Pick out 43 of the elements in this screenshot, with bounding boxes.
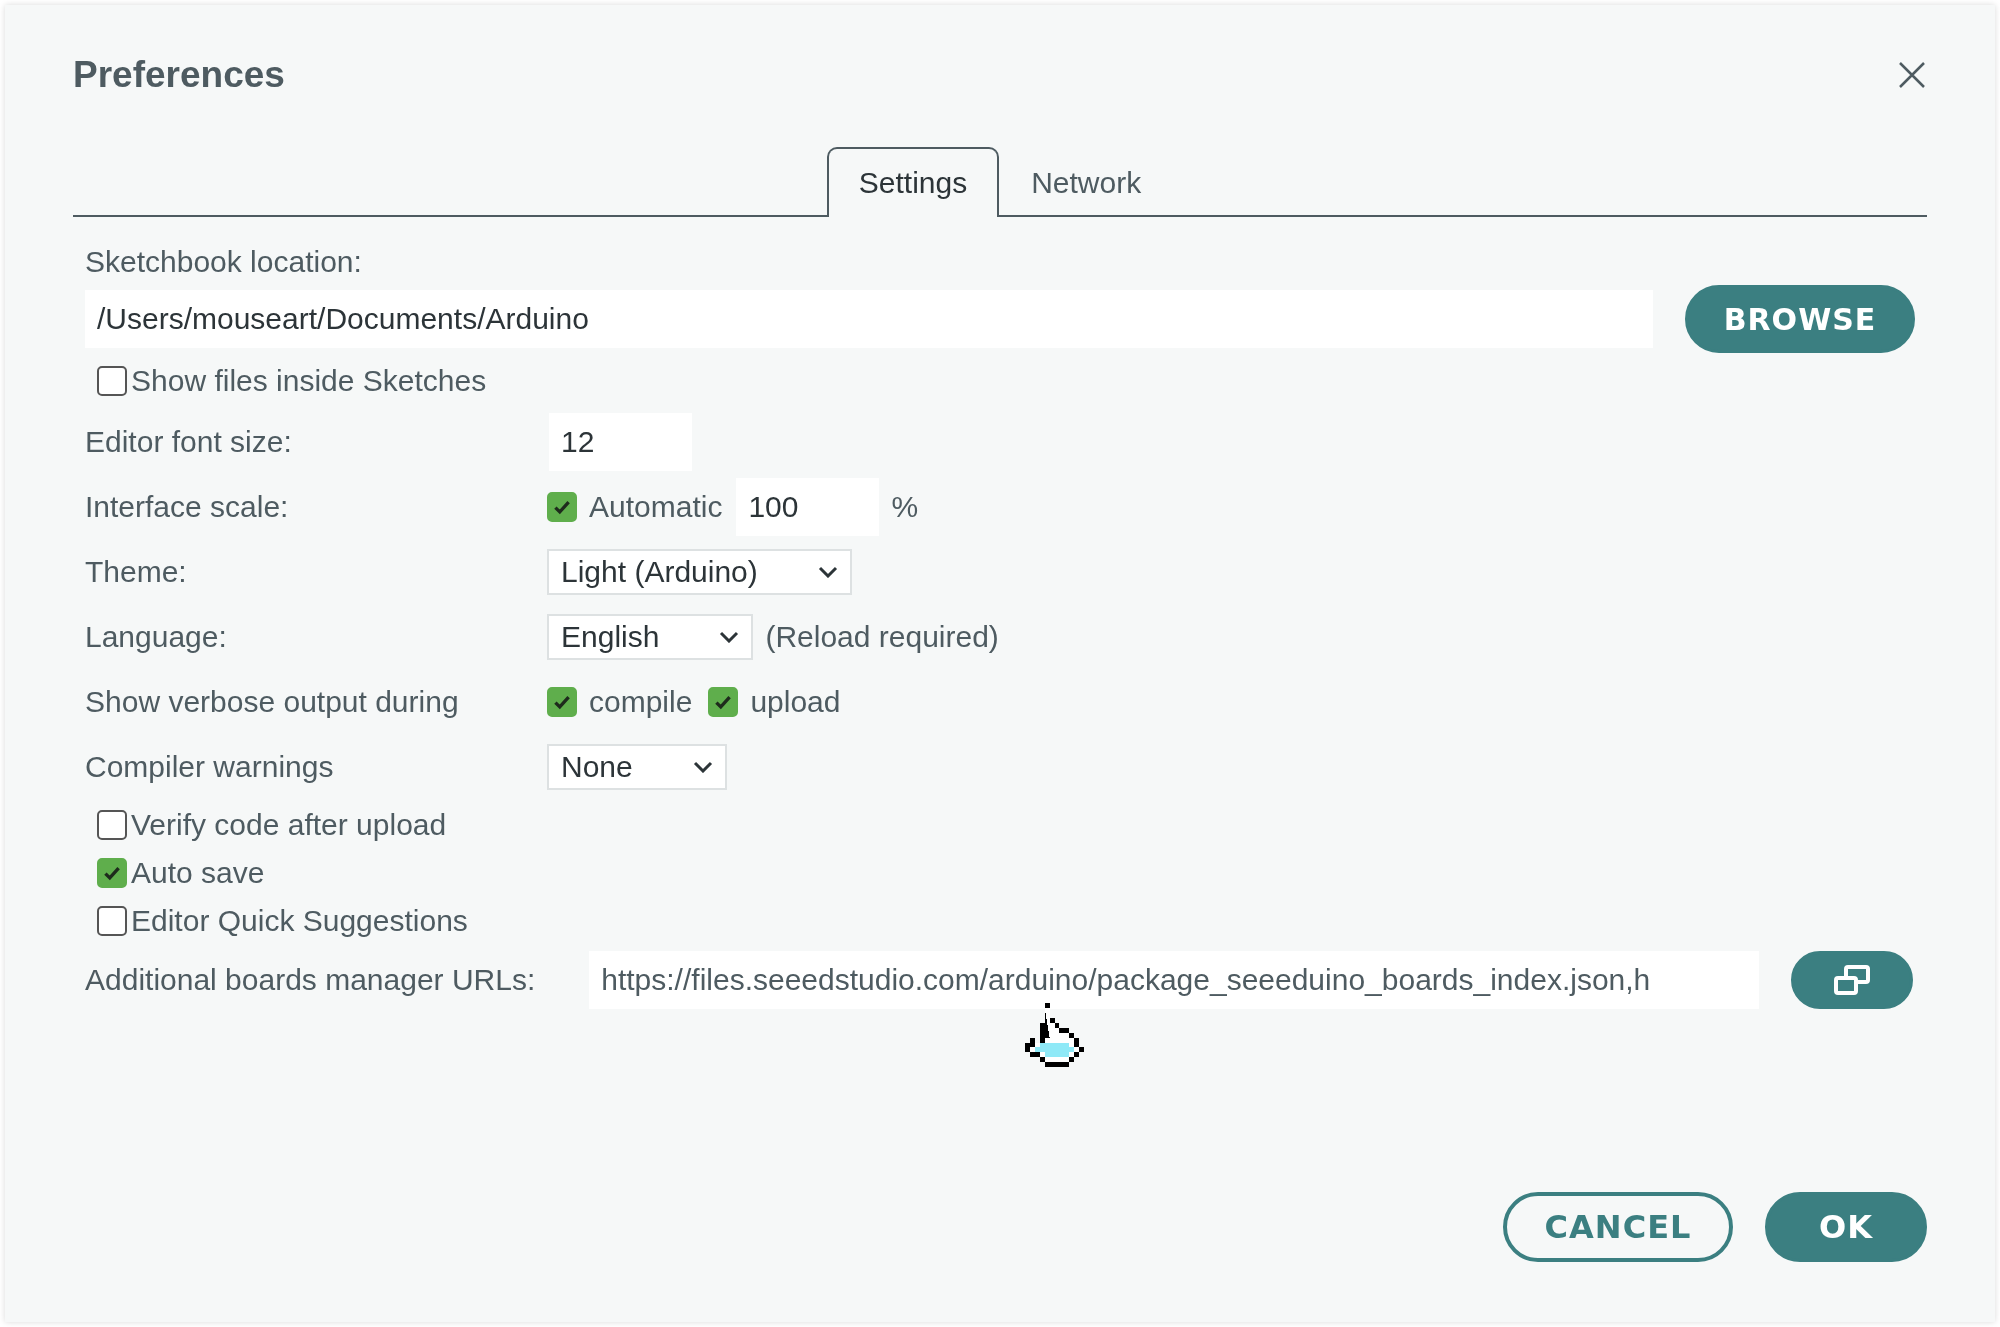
font-size-field[interactable]: 12: [549, 412, 692, 471]
note-text: (Reload required): [765, 619, 999, 654]
setting-label: Compiler warnings: [85, 749, 335, 784]
field-label: Additional boards manager URLs:: [85, 963, 536, 997]
open-window-button[interactable]: [1791, 951, 1914, 1009]
checkbox[interactable]: [97, 810, 127, 840]
cancel-button[interactable]: CANCEL: [1503, 1192, 1733, 1262]
urls-field[interactable]: https://files.seeedstudio.com/arduino/package_seeeduino_boards_index.json,h: [589, 951, 1760, 1009]
checkbox-label: Verify code after upload: [131, 808, 447, 842]
chevron-down-icon: [719, 630, 740, 643]
checkbox[interactable]: [97, 906, 127, 936]
setting-label: Show verbose output during: [85, 684, 460, 719]
checkbox-label: compile: [589, 684, 693, 719]
checkbox-label: Editor Quick Suggestions: [131, 904, 468, 938]
scale-field[interactable]: 100: [736, 477, 880, 536]
unit-label: %: [891, 489, 919, 524]
browse-button[interactable]: BROWSE: [1685, 285, 1915, 353]
chevron-down-icon: [817, 565, 838, 578]
checkbox[interactable]: [97, 366, 127, 396]
checkbox[interactable]: [708, 686, 739, 717]
field-label: Sketchbook location:: [85, 245, 363, 279]
dropdown[interactable]: Light (Arduino): [547, 548, 852, 595]
checkbox-label: Show files inside Sketches: [131, 364, 487, 398]
windows-icon: [1832, 964, 1873, 996]
checkbox[interactable]: [547, 491, 577, 522]
checkbox-label: upload: [750, 684, 841, 719]
dialog-title: Preferences: [73, 54, 285, 96]
tab[interactable]: Settings: [826, 147, 1000, 217]
setting-label: Interface scale:: [85, 489, 290, 524]
checkbox-label: Automatic: [589, 489, 723, 524]
setting-label: Theme:: [85, 554, 188, 589]
ok-button[interactable]: OK: [1765, 1192, 1927, 1262]
chevron-down-icon: [692, 760, 713, 773]
checkbox-label: Auto save: [131, 856, 265, 890]
sketchbook-location-field[interactable]: /Users/mouseart/Documents/Arduino: [85, 290, 1653, 348]
dropdown[interactable]: None: [547, 743, 727, 790]
close-icon[interactable]: [1897, 60, 1927, 90]
checkbox[interactable]: [97, 858, 127, 888]
setting-label: Editor font size:: [85, 424, 293, 459]
checkbox[interactable]: [547, 686, 577, 717]
tab[interactable]: Network: [999, 147, 1174, 217]
dropdown[interactable]: English: [547, 613, 754, 660]
setting-label: Language:: [85, 619, 228, 654]
